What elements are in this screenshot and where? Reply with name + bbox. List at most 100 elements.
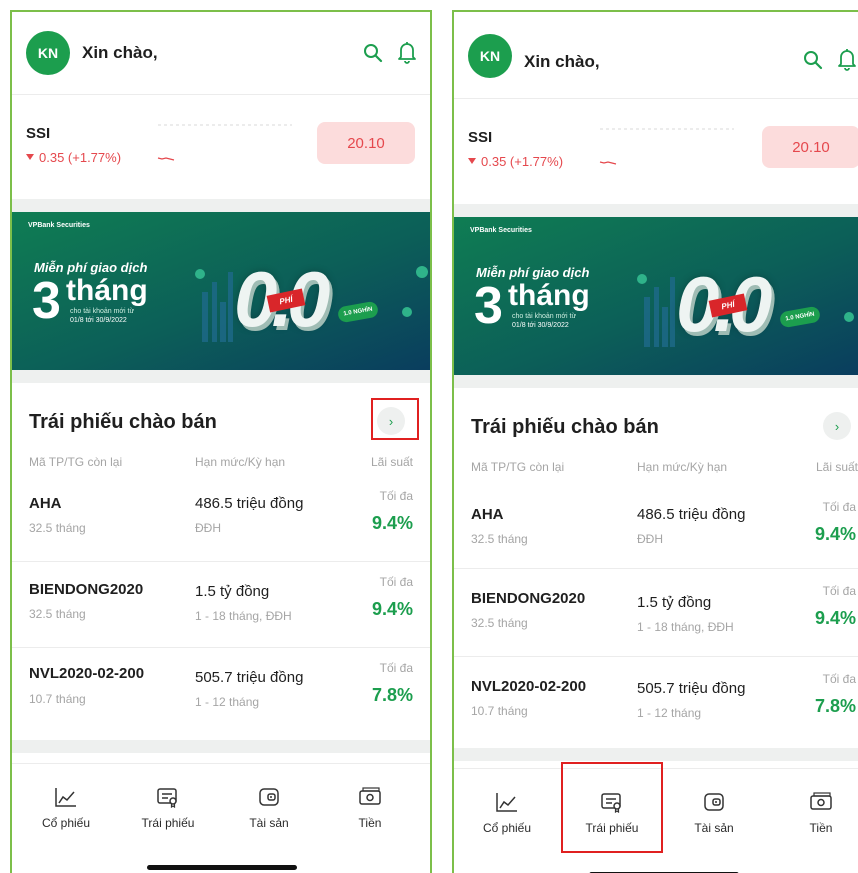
top-bar: KN Xin chào, xyxy=(12,12,430,94)
sparkline-chart xyxy=(157,124,292,161)
banner-number: 3 xyxy=(32,272,61,330)
bond-row[interactable]: AHA 32.5 tháng 486.5 triệu đồng ĐĐH Tối … xyxy=(12,475,430,561)
nav-label: Cổ phiếu xyxy=(41,816,91,830)
nav-item-assets[interactable]: Tài sản xyxy=(224,764,314,854)
bond-remaining-term: 32.5 tháng xyxy=(29,521,86,535)
chevron-right-icon[interactable]: › xyxy=(377,407,405,435)
phone-screen-left: KN Xin chào, SSI 0.35 (+1.77%) 20.10 VPB… xyxy=(10,10,432,873)
chevron-right-icon[interactable]: › xyxy=(823,412,851,440)
stock-change-text: 0.35 (+1.77%) xyxy=(481,154,564,169)
rate-max-label: Tối đa xyxy=(822,584,856,598)
sparkline-chart xyxy=(599,128,734,165)
bond-row[interactable]: NVL2020-02-200 10.7 tháng 505.7 triệu đồ… xyxy=(12,647,430,733)
nav-label: Trái phiếu xyxy=(585,821,639,835)
banner-word: tháng xyxy=(508,279,590,312)
wallet-icon xyxy=(259,788,279,806)
column-header-limit: Hạn mức/Kỳ hạn xyxy=(637,460,728,474)
watchlist-stock[interactable]: SSI 0.35 (+1.77%) 20.10 xyxy=(454,99,858,203)
bond-term-type: 1 - 12 tháng xyxy=(195,695,260,709)
bond-certificate-icon xyxy=(601,793,621,813)
section-gap xyxy=(454,748,858,761)
down-triangle-icon xyxy=(468,158,476,164)
nav-item-bonds[interactable]: Trái phiếu xyxy=(567,769,657,859)
section-gap xyxy=(12,199,430,212)
promo-banner[interactable]: VPBank Securities Miễn phí giao dịch 3 t… xyxy=(454,217,858,375)
nav-item-money[interactable]: Tiền xyxy=(325,764,415,854)
bond-row[interactable]: NVL2020-02-200 10.7 tháng 505.7 triệu đồ… xyxy=(454,656,858,742)
nav-item-money[interactable]: Tiền xyxy=(776,769,858,859)
nav-label: Cổ phiếu xyxy=(482,821,532,835)
stock-change: 0.35 (+1.77%) xyxy=(26,150,121,165)
nav-label: Tài sản xyxy=(694,821,734,835)
nav-item-assets[interactable]: Tài sản xyxy=(669,769,759,859)
bond-amount: 1.5 tỷ đồng xyxy=(195,583,270,600)
stock-price[interactable]: 20.10 xyxy=(762,126,858,168)
promo-banner[interactable]: VPBank Securities Miễn phí giao dịch 3 t… xyxy=(12,212,430,370)
nav-label: Tài sản xyxy=(249,816,289,830)
bond-term-type: 1 - 12 tháng xyxy=(637,706,702,720)
bond-code: BIENDONG2020 xyxy=(29,581,144,598)
bottom-nav: Cổ phiếu Trái phiếu Tài sản Tiền xyxy=(12,763,430,873)
bond-code: AHA xyxy=(29,495,62,512)
nav-label: Trái phiếu xyxy=(141,816,195,830)
bond-amount: 1.5 tỷ đồng xyxy=(637,594,712,611)
section-gap xyxy=(12,740,430,753)
section-title: Trái phiếu chào bán xyxy=(29,411,217,433)
bond-amount: 505.7 triệu đồng xyxy=(195,669,304,686)
nav-item-stocks[interactable]: Cổ phiếu xyxy=(462,769,552,859)
section-gap xyxy=(12,370,430,383)
rate-max-label: Tối đa xyxy=(379,661,413,675)
avatar-initials: KN xyxy=(479,48,501,64)
stock-price[interactable]: 20.10 xyxy=(317,122,415,164)
banner-brand: VPBank Securities xyxy=(470,227,532,234)
money-icon xyxy=(810,792,832,810)
column-header-code: Mã TP/TG còn lại xyxy=(471,460,565,474)
bell-icon[interactable] xyxy=(836,47,858,71)
search-icon[interactable] xyxy=(362,42,384,64)
section-title: Trái phiếu chào bán xyxy=(471,416,659,438)
money-icon xyxy=(359,787,381,805)
bond-offer-section: Trái phiếu chào bán › Mã TP/TG còn lại H… xyxy=(454,388,858,748)
bell-icon[interactable] xyxy=(396,40,418,64)
column-header-limit: Hạn mức/Kỳ hạn xyxy=(195,455,286,469)
bond-rate: 9.4% xyxy=(371,513,413,533)
top-bar: KN Xin chào, xyxy=(454,12,858,94)
home-indicator[interactable] xyxy=(147,865,297,870)
bond-remaining-term: 10.7 tháng xyxy=(29,692,86,706)
stock-change-text: 0.35 (+1.77%) xyxy=(39,150,122,165)
banner-sub2: 01/8 tới 30/9/2022 xyxy=(512,322,569,329)
bond-term-type: ĐĐH xyxy=(637,532,663,546)
stock-ticker: SSI xyxy=(26,125,51,142)
down-triangle-icon xyxy=(26,154,34,160)
bond-remaining-term: 10.7 tháng xyxy=(471,704,528,718)
section-gap xyxy=(454,375,858,388)
bond-amount: 505.7 triệu đồng xyxy=(637,680,746,697)
bond-row[interactable]: BIENDONG2020 32.5 tháng 1.5 tỷ đồng 1 - … xyxy=(454,568,858,654)
bond-row[interactable]: BIENDONG2020 32.5 tháng 1.5 tỷ đồng 1 - … xyxy=(12,561,430,647)
nav-item-bonds[interactable]: Trái phiếu xyxy=(123,764,213,854)
avatar[interactable]: KN xyxy=(468,34,512,78)
nav-label: Tiền xyxy=(809,821,833,835)
phone-screen-right: KN Xin chào, SSI 0.35 (+1.77%) 20.10 VPB… xyxy=(452,10,858,873)
bond-rate: 7.8% xyxy=(814,696,856,716)
bond-code: NVL2020-02-200 xyxy=(29,665,145,682)
watchlist-stock[interactable]: SSI 0.35 (+1.77%) 20.10 xyxy=(12,95,430,199)
nav-item-stocks[interactable]: Cổ phiếu xyxy=(21,764,111,854)
bond-row[interactable]: AHA 32.5 tháng 486.5 triệu đồng ĐĐH Tối … xyxy=(454,480,858,566)
bond-term-type: 1 - 18 tháng, ĐĐH xyxy=(195,609,292,623)
wallet-icon xyxy=(704,793,724,811)
search-icon[interactable] xyxy=(802,49,824,71)
bond-rate: 9.4% xyxy=(814,524,856,544)
avatar-initials: KN xyxy=(37,45,59,61)
bond-offer-section: Trái phiếu chào bán › Mã TP/TG còn lại H… xyxy=(12,383,430,740)
bottom-nav: Cổ phiếu Trái phiếu Tài sản Tiền xyxy=(454,768,858,873)
bond-remaining-term: 32.5 tháng xyxy=(29,607,86,621)
chart-line-icon xyxy=(496,793,517,812)
bond-rate: 7.8% xyxy=(371,685,413,705)
avatar[interactable]: KN xyxy=(26,31,70,75)
nav-label: Tiền xyxy=(358,816,382,830)
greeting-text: Xin chào, xyxy=(524,52,600,71)
column-header-rate: Lãi suất xyxy=(370,455,413,469)
bond-code: BIENDONG2020 xyxy=(471,590,586,607)
bond-code: AHA xyxy=(471,506,504,523)
